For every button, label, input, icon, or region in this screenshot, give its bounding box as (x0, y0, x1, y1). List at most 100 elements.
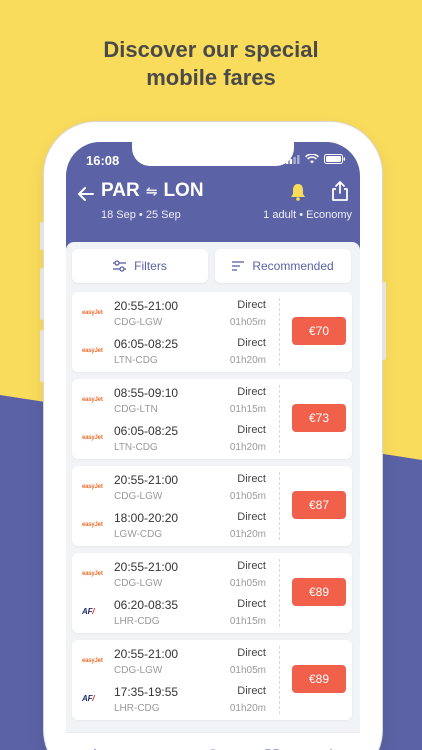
filters-label: Filters (134, 259, 167, 273)
card-divider (279, 646, 280, 714)
price-button[interactable]: €70 (292, 317, 346, 345)
sort-button[interactable]: Recommended (215, 249, 351, 283)
easyjet-logo: easyJet (82, 522, 103, 528)
card-divider (279, 298, 280, 366)
leg-airports: CDG-LGW (114, 578, 163, 589)
share-icon[interactable] (330, 180, 350, 202)
phone-side-button (382, 282, 386, 360)
leg-airports: LTN-CDG (114, 355, 158, 366)
leg-time: 18:00-20:20 (114, 511, 179, 525)
return-leg: AF/ 06:20-08:35 LHR-CDG Direct 01h15m (72, 595, 272, 633)
leg-duration: 01h05m (229, 491, 266, 502)
phone-frame: 16:08 PAR ⇋ LON 18 Sep • 25 Sep 1 adult … (40, 122, 386, 750)
card-divider (279, 472, 280, 540)
signal-icon (286, 154, 300, 164)
filters-button[interactable]: Filters (72, 249, 208, 283)
sort-label: Recommended (252, 259, 334, 273)
leg-time: 20:55-21:00 (114, 560, 179, 574)
sort-lines-icon (232, 261, 245, 271)
easyjet-logo: easyJet (82, 571, 103, 577)
tab-settings[interactable] (319, 746, 343, 750)
leg-airports: CDG-LTN (114, 404, 158, 415)
phone-notch (132, 142, 294, 166)
tab-alerts[interactable] (201, 746, 225, 750)
tab-home[interactable] (83, 746, 107, 750)
leg-duration: 01h05m (229, 317, 266, 328)
outbound-leg: easyJet 08:55-09:10 CDG-LTN Direct 01h15… (72, 383, 272, 421)
origin-code: PAR (101, 180, 140, 201)
promo-headline-line2: mobile fares (146, 65, 276, 90)
return-leg: AF/ 17:35-19:55 LHR-CDG Direct 01h20m (72, 682, 272, 720)
price-button[interactable]: €73 (292, 404, 346, 432)
easyjet-logo: easyJet (82, 310, 103, 316)
leg-stops: Direct (237, 386, 266, 398)
tab-guides[interactable] (142, 746, 166, 750)
leg-time: 08:55-09:10 (114, 386, 179, 400)
leg-duration: 01h15m (229, 616, 266, 627)
leg-duration: 01h20m (229, 703, 266, 714)
easyjet-logo: easyJet (82, 348, 103, 354)
flight-result-card[interactable]: easyJet 20:55-21:00 CDG-LGW Direct 01h05… (72, 292, 352, 372)
leg-stops: Direct (237, 299, 266, 311)
status-time: 16:08 (86, 153, 120, 168)
battery-icon (324, 154, 346, 164)
sliders-icon (113, 260, 127, 272)
price-button[interactable]: €87 (292, 491, 346, 519)
leg-duration: 01h20m (229, 355, 266, 366)
easyjet-logo: easyJet (82, 397, 103, 403)
outbound-leg: easyJet 20:55-21:00 CDG-LGW Direct 01h05… (72, 470, 272, 508)
outbound-leg: easyJet 20:55-21:00 CDG-LGW Direct 01h05… (72, 296, 272, 334)
promo-headline: Discover our special mobile fares (0, 36, 422, 92)
easyjet-logo: easyJet (82, 658, 103, 664)
price-button[interactable]: €89 (292, 665, 346, 693)
price-alert-bell-icon[interactable] (288, 182, 308, 202)
leg-time: 17:35-19:55 (114, 685, 179, 699)
leg-stops: Direct (237, 424, 266, 436)
air-france-logo: AF/ (82, 694, 95, 703)
easyjet-logo: easyJet (82, 484, 103, 490)
leg-stops: Direct (237, 647, 266, 659)
travel-dates: 18 Sep • 25 Sep (101, 209, 181, 221)
back-arrow-icon[interactable] (76, 184, 96, 204)
phone-side-button (40, 222, 44, 250)
results-toolbar: Filters Recommended (66, 242, 360, 292)
leg-stops: Direct (237, 685, 266, 697)
destination-code: LON (163, 180, 204, 201)
tab-favorites[interactable] (260, 746, 284, 750)
leg-stops: Direct (237, 598, 266, 610)
flight-result-card[interactable]: easyJet 20:55-21:00 CDG-LGW Direct 01h05… (72, 466, 352, 546)
leg-duration: 01h20m (229, 529, 266, 540)
leg-stops: Direct (237, 337, 266, 349)
app-header: 16:08 PAR ⇋ LON 18 Sep • 25 Sep 1 adult … (66, 142, 360, 250)
price-button[interactable]: €89 (292, 578, 346, 606)
leg-duration: 01h15m (229, 404, 266, 415)
leg-airports: CDG-LGW (114, 665, 163, 676)
leg-time: 06:20-08:35 (114, 598, 179, 612)
flight-result-card[interactable]: easyJet 20:55-21:00 CDG-LGW Direct 01h05… (72, 640, 352, 720)
leg-time: 06:05-08:25 (114, 424, 179, 438)
leg-duration: 01h05m (229, 665, 266, 676)
easyjet-logo: easyJet (82, 435, 103, 441)
passenger-summary: 1 adult • Economy (263, 209, 352, 221)
leg-airports: LHR-CDG (114, 616, 160, 627)
return-leg: easyJet 18:00-20:20 LGW-CDG Direct 01h20… (72, 508, 272, 546)
phone-side-button (40, 330, 44, 382)
leg-time: 20:55-21:00 (114, 647, 179, 661)
leg-stops: Direct (237, 560, 266, 572)
return-leg: easyJet 06:05-08:25 LTN-CDG Direct 01h20… (72, 334, 272, 372)
leg-time: 20:55-21:00 (114, 299, 179, 313)
return-leg: easyJet 06:05-08:25 LTN-CDG Direct 01h20… (72, 421, 272, 459)
leg-time: 06:05-08:25 (114, 337, 179, 351)
leg-duration: 01h05m (229, 578, 266, 589)
leg-airports: LHR-CDG (114, 703, 160, 714)
leg-airports: LGW-CDG (114, 529, 163, 540)
flight-result-card[interactable]: easyJet 08:55-09:10 CDG-LTN Direct 01h15… (72, 379, 352, 459)
card-divider (279, 559, 280, 627)
air-france-logo: AF/ (82, 607, 95, 616)
app-screen: 16:08 PAR ⇋ LON 18 Sep • 25 Sep 1 adult … (66, 142, 360, 750)
leg-duration: 01h20m (229, 442, 266, 453)
status-icons (286, 154, 346, 164)
outbound-leg: easyJet 20:55-21:00 CDG-LGW Direct 01h05… (72, 557, 272, 595)
flight-result-card[interactable]: easyJet 20:55-21:00 CDG-LGW Direct 01h05… (72, 553, 352, 633)
wifi-icon (305, 154, 319, 164)
